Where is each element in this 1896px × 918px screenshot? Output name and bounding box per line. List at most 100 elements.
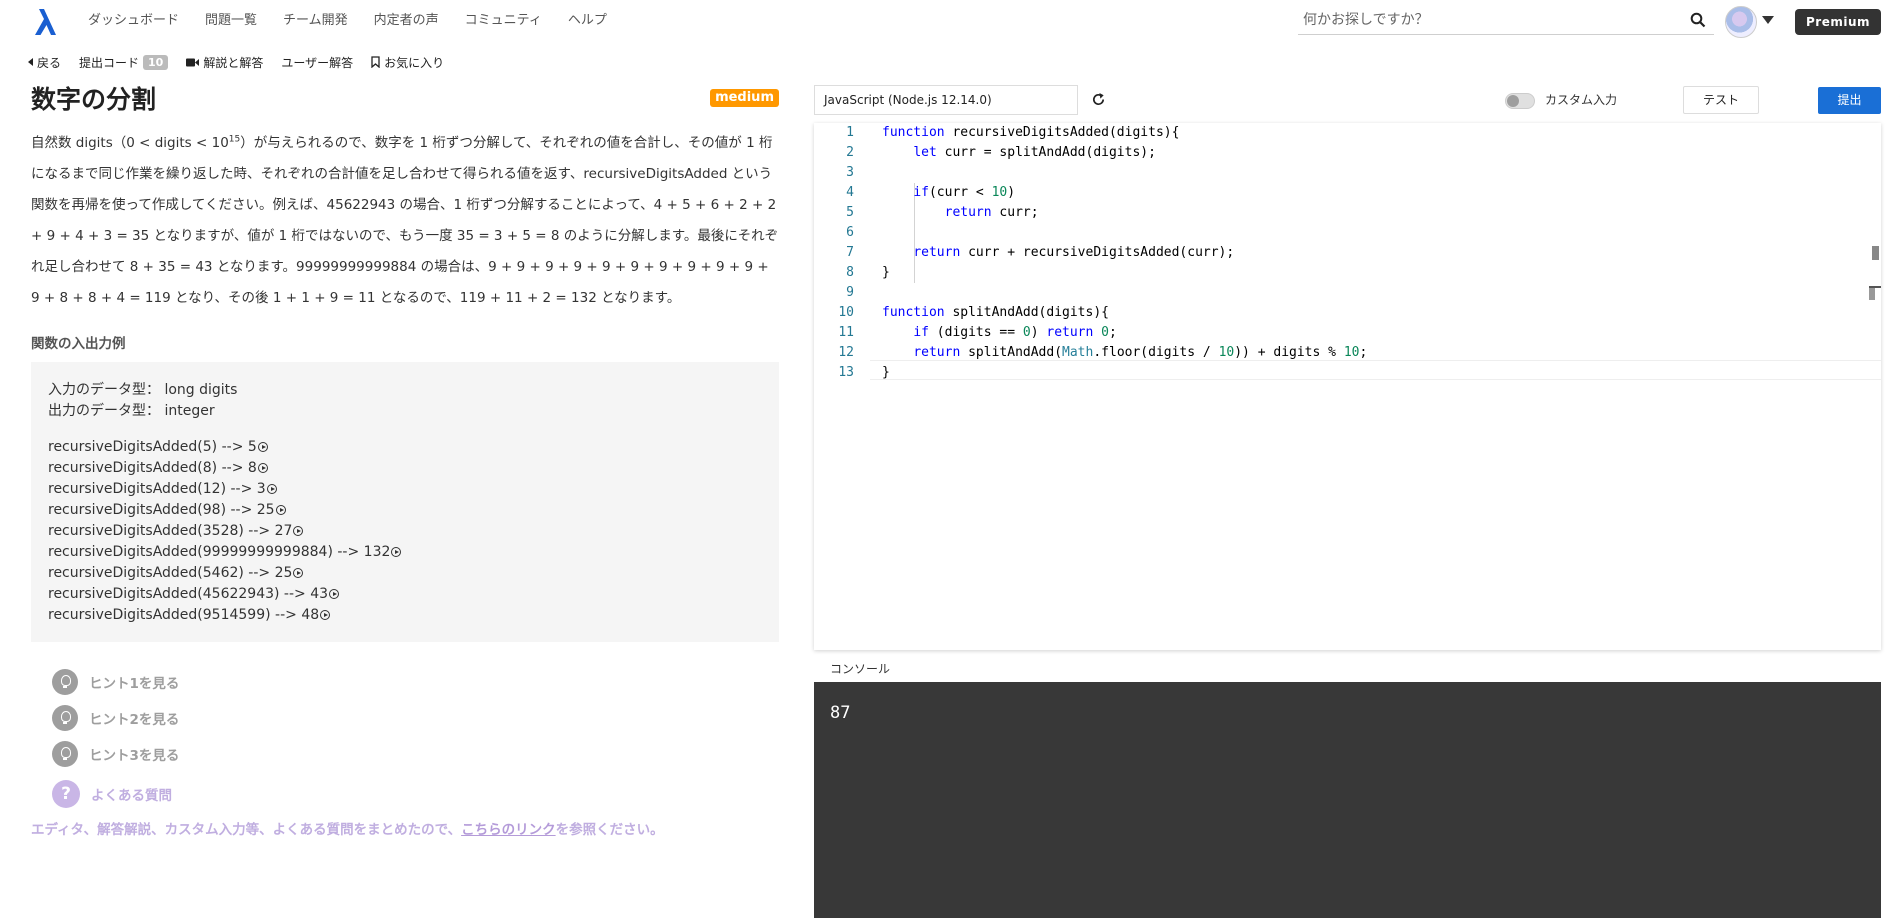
chevron-down-icon[interactable] — [1762, 16, 1774, 24]
back-label: 戻る — [37, 55, 62, 70]
search-icon[interactable] — [1690, 12, 1706, 28]
list-item: recursiveDigitsAdded(5462) --> 25 — [48, 563, 762, 584]
hint-3-button[interactable]: ヒント3を見る — [52, 736, 779, 772]
scrollbar-marker — [1872, 246, 1879, 260]
code-line: 2 let curr = splitAndAdd(digits); — [846, 145, 1156, 160]
explanation-tab[interactable]: 解説と解答 — [186, 54, 263, 71]
scrollbar-marker — [1869, 286, 1881, 300]
custom-input-label: カスタム入力 — [1545, 93, 1618, 107]
console-output: 87 — [814, 682, 1881, 918]
hints-list: ヒント1を見る ヒント2を見る ヒント3を見る ? よくある質問 — [52, 664, 779, 812]
video-icon — [186, 58, 200, 66]
search-input[interactable] — [1298, 7, 1678, 33]
code-line: 7 return curr + recursiveDigitsAdded(cur… — [846, 245, 1235, 260]
submit-button[interactable]: 提出 — [1818, 87, 1881, 114]
console-output-text: 87 — [830, 703, 851, 723]
hint-2-button[interactable]: ヒント2を見る — [52, 700, 779, 736]
search-box — [1298, 7, 1714, 35]
user-answers-label: ユーザー解答 — [281, 55, 354, 70]
play-icon[interactable] — [266, 484, 277, 494]
list-item: recursiveDigitsAdded(5) --> 5 — [48, 437, 762, 458]
play-icon[interactable] — [391, 547, 402, 557]
desc-body: ）が与えられるので、数字を 1 桁ずつ分解して、それぞれの値を合計し、その値が … — [31, 135, 779, 306]
output-type: 出力のデータ型： integer — [48, 403, 215, 419]
submission-code-label: 提出コード — [79, 55, 140, 70]
premium-button[interactable]: Premium — [1795, 9, 1881, 35]
desc-exponent: 15 — [228, 134, 241, 145]
play-icon[interactable] — [293, 526, 304, 536]
nav-link-team-dev[interactable]: チーム開発 — [283, 11, 348, 31]
play-icon[interactable] — [275, 505, 286, 515]
hint-label: ヒント1を見る — [89, 676, 180, 692]
play-icon[interactable] — [320, 610, 331, 620]
lightbulb-icon — [52, 669, 78, 695]
list-item: recursiveDigitsAdded(45622943) --> 43 — [48, 584, 762, 605]
nav-link-voices[interactable]: 内定者の声 — [374, 11, 439, 31]
console-label: コンソール — [830, 662, 891, 676]
faq-label: よくある質問 — [91, 788, 172, 804]
code-line: 4 if(curr < 10) — [846, 185, 1016, 200]
code-line: 9 — [846, 285, 854, 300]
explanation-label: 解説と解答 — [203, 55, 264, 70]
code-line: 1 function recursiveDigitsAdded(digits){ — [846, 125, 1180, 140]
faq-note: エディタ、解答解説、カスタム入力等、よくある質問をまとめたので、こちらのリンクを… — [31, 822, 664, 838]
back-button[interactable]: 戻る — [28, 54, 61, 71]
faq-link[interactable]: こちらのリンク — [461, 822, 556, 838]
hint-label: ヒント3を見る — [89, 748, 180, 764]
code-line: 3 — [846, 165, 854, 180]
io-types: 入力のデータ型： long digits 出力のデータ型： integer — [48, 380, 762, 422]
refresh-icon[interactable] — [1091, 92, 1106, 107]
nav-link-community[interactable]: コミュニティ — [465, 11, 542, 31]
favorite-label: お気に入り — [384, 55, 445, 70]
top-nav: ダッシュボード 問題一覧 チーム開発 内定者の声 コミュニティ ヘルプ Prem… — [0, 0, 1896, 44]
play-icon[interactable] — [329, 589, 340, 599]
list-item: recursiveDigitsAdded(98) --> 25 — [48, 500, 762, 521]
nav-link-dashboard[interactable]: ダッシュボード — [88, 11, 179, 31]
io-section-title: 関数の入出力例 — [31, 336, 126, 352]
code-line: 8} — [846, 265, 890, 280]
faq-button[interactable]: ? よくある質問 — [52, 776, 779, 812]
code-line: 6 — [846, 225, 854, 240]
list-item: recursiveDigitsAdded(9514599) --> 48 — [48, 605, 762, 626]
code-line: 13} — [838, 365, 890, 380]
submission-count-badge: 10 — [143, 54, 169, 70]
list-item: recursiveDigitsAdded(3528) --> 27 — [48, 521, 762, 542]
code-line: 10 function splitAndAdd(digits){ — [838, 305, 1109, 320]
logo-icon[interactable] — [30, 7, 60, 37]
list-item: recursiveDigitsAdded(99999999999884) -->… — [48, 542, 762, 563]
list-item: recursiveDigitsAdded(8) --> 8 — [48, 458, 762, 479]
nav-link-problems[interactable]: 問題一覧 — [205, 11, 257, 31]
io-example-list: recursiveDigitsAdded(5) --> 5 recursiveD… — [48, 437, 762, 626]
problem-description: 自然数 digits（0 < digits < 1015）が与えられるので、数字… — [31, 128, 779, 314]
chevron-left-icon — [28, 58, 33, 66]
avatar[interactable] — [1725, 6, 1757, 38]
list-item: recursiveDigitsAdded(12) --> 3 — [48, 479, 762, 500]
test-button[interactable]: テスト — [1683, 86, 1759, 114]
desc-prefix: 自然数 digits（0 < digits < 10 — [31, 135, 229, 151]
lightbulb-icon — [52, 741, 78, 767]
code-line: 5 return curr; — [846, 205, 1039, 220]
input-type: 入力のデータ型： long digits — [48, 382, 238, 398]
nav-links: ダッシュボード 問題一覧 チーム開発 内定者の声 コミュニティ ヘルプ — [88, 11, 633, 31]
play-icon[interactable] — [257, 463, 268, 473]
hint-label: ヒント2を見る — [89, 712, 180, 728]
lightbulb-icon — [52, 705, 78, 731]
page-title: 数字の分割 — [31, 85, 157, 114]
favorite-button[interactable]: お気に入り — [371, 54, 444, 71]
difficulty-badge: medium — [710, 89, 779, 107]
user-answers-tab[interactable]: ユーザー解答 — [281, 54, 353, 71]
code-line: 11 if (digits == 0) return 0; — [838, 325, 1117, 340]
bookmark-icon — [371, 56, 380, 68]
sub-nav: 戻る 提出コード 10 解説と解答 ユーザー解答 お気に入り — [28, 52, 462, 72]
code-line: 12 return splitAndAdd(Math.floor(digits … — [838, 345, 1368, 360]
submission-code-tab[interactable]: 提出コード 10 — [79, 54, 169, 71]
nav-link-help[interactable]: ヘルプ — [568, 11, 607, 31]
play-icon[interactable] — [293, 568, 304, 578]
custom-input-toggle[interactable] — [1505, 93, 1535, 109]
problem-panel: 数字の分割 medium 自然数 digits（0 < digits < 101… — [31, 80, 779, 840]
play-icon[interactable] — [257, 442, 268, 452]
hint-1-button[interactable]: ヒント1を見る — [52, 664, 779, 700]
code-editor[interactable]: 1 function recursiveDigitsAdded(digits){ … — [814, 123, 1881, 650]
language-select[interactable]: JavaScript (Node.js 12.14.0) — [814, 85, 1078, 115]
io-examples-box: 入力のデータ型： long digits 出力のデータ型： integer re… — [31, 362, 779, 642]
